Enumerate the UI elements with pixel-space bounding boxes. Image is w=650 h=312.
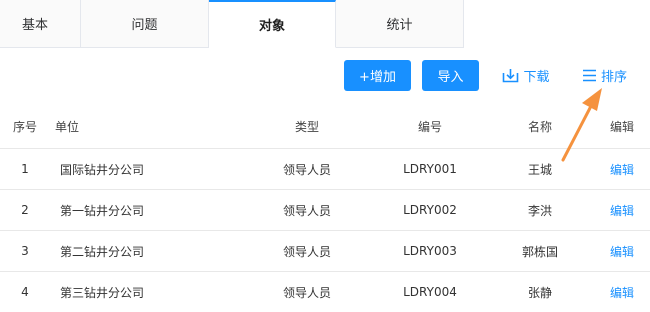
row-type: 领导人员 (282, 244, 331, 259)
import-button-label: 导入 (437, 70, 464, 85)
row-type: 领导人员 (282, 285, 331, 300)
row-code: LDRY002 (403, 203, 457, 217)
tab-objects[interactable]: 对象 (209, 0, 336, 48)
add-button-label: +增加 (359, 70, 396, 85)
download-button-label: 下载 (523, 70, 550, 85)
download-button[interactable]: 下载 (497, 60, 555, 91)
row-unit: 第二钻井分公司 (60, 244, 145, 259)
tab-issues-label: 问题 (131, 18, 158, 33)
row-index: 4 (21, 285, 29, 299)
row-edit-link[interactable]: 编辑 (600, 231, 644, 271)
row-unit: 国际钻井分公司 (60, 162, 145, 177)
header-code: 编号 (417, 119, 442, 134)
row-type: 领导人员 (282, 162, 331, 177)
tab-basic[interactable]: 基本 (0, 0, 81, 48)
tab-issues[interactable]: 问题 (81, 0, 209, 48)
row-edit-link[interactable]: 编辑 (600, 190, 644, 230)
row-code: LDRY004 (403, 285, 457, 299)
header-edit: 编辑 (609, 119, 634, 134)
menu-lines-icon (582, 69, 596, 82)
header-index: 序号 (12, 119, 37, 134)
header-type: 类型 (294, 119, 319, 134)
row-index: 2 (21, 203, 29, 217)
tab-statistics[interactable]: 统计 (336, 0, 464, 48)
tab-statistics-label: 统计 (386, 18, 413, 33)
row-unit: 第三钻井分公司 (60, 285, 145, 300)
row-code: LDRY003 (403, 244, 457, 258)
header-name: 名称 (527, 119, 552, 134)
row-index: 1 (21, 162, 29, 176)
row-name: 郭栋国 (521, 244, 558, 259)
sort-button[interactable]: 排序 (577, 60, 632, 91)
row-name: 李洪 (527, 203, 552, 218)
sort-button-label: 排序 (600, 70, 627, 85)
row-edit-link[interactable]: 编辑 (600, 149, 644, 189)
tab-objects-label: 对象 (258, 19, 285, 34)
row-name: 张静 (527, 285, 552, 300)
tab-basic-label: 基本 (21, 18, 48, 33)
row-unit: 第一钻井分公司 (60, 203, 145, 218)
row-name: 王城 (527, 162, 552, 177)
add-button[interactable]: +增加 (344, 60, 411, 91)
import-button[interactable]: 导入 (422, 60, 479, 91)
row-index: 3 (21, 244, 29, 258)
header-unit: 单位 (55, 119, 80, 134)
tab-bar: 基本 问题 对象 统计 (0, 0, 650, 48)
download-icon (503, 69, 519, 83)
row-type: 领导人员 (282, 203, 331, 218)
row-code: LDRY001 (403, 162, 457, 176)
row-edit-link[interactable]: 编辑 (600, 272, 644, 312)
